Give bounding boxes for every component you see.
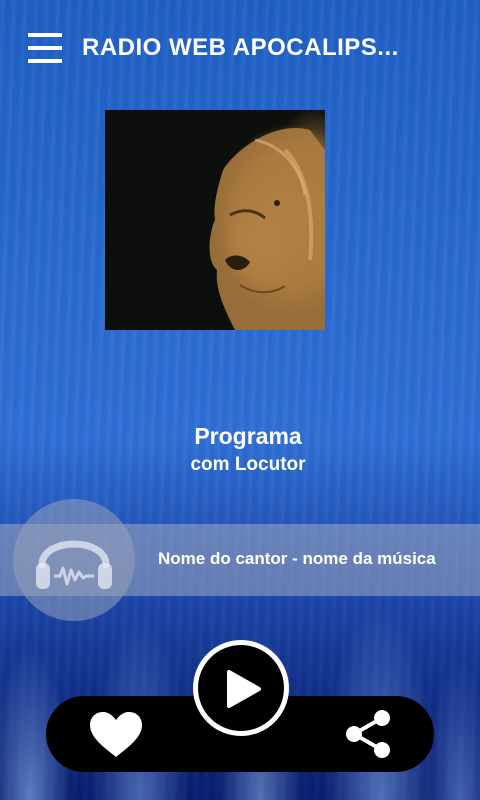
now-playing-text: Nome do cantor - nome da música <box>158 549 436 568</box>
now-playing-disc <box>13 499 135 621</box>
play-button[interactable] <box>193 640 289 736</box>
share-icon <box>346 710 390 758</box>
play-icon <box>227 670 261 708</box>
app-bar: RADIO WEB APOCALIPS... <box>0 0 480 100</box>
heart-icon <box>90 712 142 757</box>
headphones-icon <box>36 540 112 589</box>
app-title: RADIO WEB APOCALIPS... <box>82 34 399 61</box>
menu-icon[interactable] <box>28 33 64 63</box>
share-button[interactable] <box>344 708 394 760</box>
program-host: com Locutor <box>190 454 306 475</box>
album-cover <box>105 110 325 330</box>
like-button[interactable] <box>88 711 144 759</box>
program-title: Programa <box>194 423 302 449</box>
